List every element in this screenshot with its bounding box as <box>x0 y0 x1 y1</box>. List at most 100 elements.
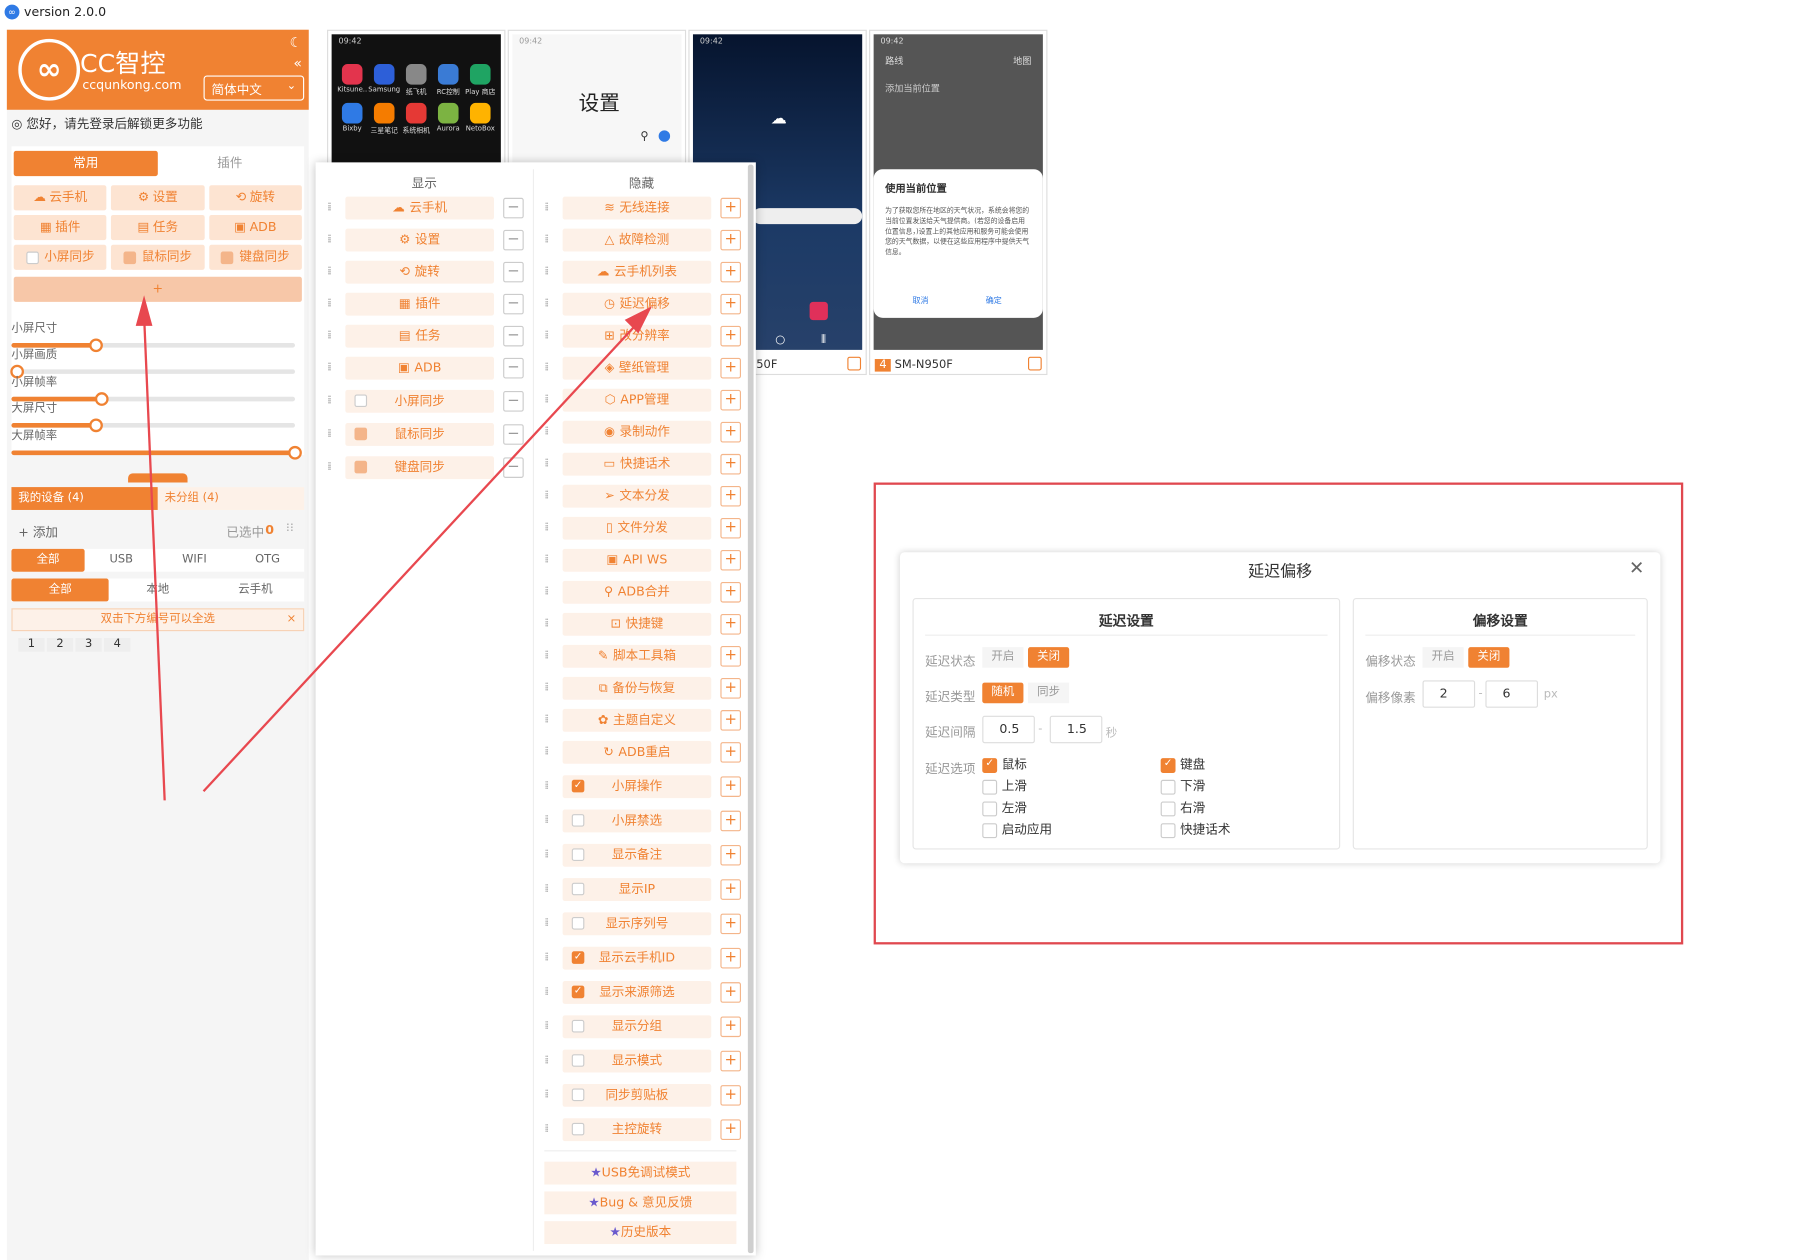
quick-button-task[interactable]: ▤ 任务 <box>111 214 205 241</box>
app-shortcut[interactable]: Play 商店 <box>464 64 496 96</box>
add-button[interactable]: + <box>720 261 741 283</box>
checkbox[interactable]: ✓ <box>1160 757 1176 773</box>
remove-button[interactable]: − <box>503 293 524 315</box>
drag-handle-icon[interactable]: ⁞⁞ <box>544 233 549 246</box>
checkbox[interactable] <box>982 822 998 838</box>
close-hint-icon[interactable]: × <box>287 609 297 630</box>
filter-source-1[interactable]: 本地 <box>109 579 207 602</box>
login-prompt[interactable]: ◎ 您好，请先登录后解锁更多功能 <box>11 114 202 132</box>
delay-option[interactable]: 左滑 <box>982 798 1027 816</box>
delay-option[interactable]: 下滑 <box>1160 776 1205 795</box>
drag-handle-icon[interactable]: ⁞⁞ <box>544 1054 549 1067</box>
drag-handle-icon[interactable]: ⁞⁞ <box>544 521 549 534</box>
app-shortcut[interactable]: NetoBox <box>464 102 496 135</box>
drag-handle-icon[interactable]: ⁞⁞ <box>327 201 332 214</box>
drag-handle-icon[interactable]: ⁞⁞ <box>544 457 549 470</box>
checkbox[interactable]: ✓ <box>571 779 585 793</box>
checkbox[interactable] <box>1160 822 1176 838</box>
checkbox[interactable] <box>571 1054 585 1067</box>
drag-handle-icon[interactable]: ⁞⁞ <box>544 780 549 793</box>
phone-card[interactable]: 09:42 路线 地图 添加当前位置 使用当前位置 为了获取您所在地区的天气状况… <box>869 29 1048 376</box>
add-button[interactable]: + <box>720 879 741 900</box>
quick-button-small-sync[interactable]: 小屏同步 <box>13 244 107 270</box>
delay-option[interactable]: 上滑 <box>982 776 1027 795</box>
checkbox[interactable] <box>25 250 39 264</box>
tab-plugins[interactable]: 插件 <box>158 151 302 176</box>
add-button[interactable]: + <box>720 549 741 571</box>
drag-handle-icon[interactable]: ⁞⁞ <box>544 329 549 342</box>
app-shortcut[interactable]: 纸飞机 <box>400 64 432 96</box>
grid-view-icon[interactable]: ⁝⁝ <box>286 520 294 535</box>
add-button[interactable]: + <box>720 357 741 379</box>
checkbox[interactable]: ✓ <box>982 757 998 773</box>
add-button[interactable]: + <box>720 485 741 507</box>
drag-handle-icon[interactable]: ⁞⁞ <box>544 201 549 214</box>
app-shortcut[interactable]: Samsung <box>368 64 400 96</box>
checkbox[interactable]: ✓ <box>571 985 585 999</box>
add-button[interactable]: + <box>720 982 741 1003</box>
remove-button[interactable]: − <box>503 391 524 412</box>
drag-handle-icon[interactable]: ⁞⁞ <box>544 1089 549 1102</box>
drag-handle-icon[interactable]: ⁞⁞ <box>544 425 549 438</box>
popup-scrollbar[interactable] <box>747 164 754 1254</box>
quick-button-plugin[interactable]: ▦ 插件 <box>13 214 107 241</box>
app-shortcut[interactable]: Aurora <box>432 102 464 135</box>
drag-handle-icon[interactable]: ⁞⁞ <box>544 617 549 630</box>
expand-icon[interactable] <box>847 356 862 371</box>
quick-button-gear[interactable]: ⚙ 设置 <box>111 185 205 211</box>
drag-handle-icon[interactable]: ⁞⁞ <box>544 713 549 726</box>
search-bar[interactable] <box>752 208 863 225</box>
checkbox[interactable] <box>221 250 234 264</box>
add-button[interactable]: + <box>720 844 741 866</box>
filter-source-2[interactable]: 云手机 <box>207 579 305 602</box>
remove-button[interactable]: − <box>503 261 524 283</box>
tab-ungrouped[interactable]: 未分组 (4) <box>157 487 305 510</box>
add-button[interactable]: + <box>720 776 741 797</box>
filter-source-0[interactable]: 全部 <box>11 578 110 602</box>
drag-handle-icon[interactable]: ⁞⁞ <box>327 461 332 474</box>
app-shortcut[interactable]: 系统相机 <box>400 102 432 135</box>
tab-my-devices[interactable]: 我的设备 (4) <box>11 487 158 510</box>
drag-handle-icon[interactable]: ⁞⁞ <box>544 848 549 861</box>
home-nav-icon[interactable]: ○ <box>775 334 785 347</box>
theme-moon-icon[interactable]: ☾ <box>290 34 302 50</box>
checkbox[interactable] <box>571 1019 585 1033</box>
add-button[interactable]: + <box>720 678 741 699</box>
checkbox[interactable] <box>982 779 998 795</box>
add-button[interactable]: + <box>720 710 741 731</box>
filter-conn-2[interactable]: WIFI <box>158 549 231 572</box>
app-shortcut[interactable]: Bixby <box>336 102 368 135</box>
quick-button-keyboard-sync[interactable]: 键盘同步 <box>208 244 302 270</box>
drag-handle-icon[interactable]: ⁞⁞ <box>544 745 549 758</box>
quick-button-adb[interactable]: ▣ ADB <box>208 214 302 241</box>
filter-conn-1[interactable]: USB <box>85 549 158 572</box>
add-button[interactable]: + <box>720 453 741 475</box>
add-button[interactable]: + <box>720 389 741 411</box>
drag-handle-icon[interactable]: ⁞⁞ <box>544 361 549 374</box>
add-button[interactable]: + <box>720 947 741 969</box>
remove-button[interactable]: − <box>503 229 524 251</box>
checkbox[interactable] <box>571 1088 585 1102</box>
add-button[interactable]: + <box>720 913 741 935</box>
checkbox[interactable] <box>354 460 368 474</box>
checkbox[interactable] <box>123 250 137 264</box>
usb-debug-link[interactable]: ★USB免调试模式 <box>544 1161 737 1185</box>
cancel-button[interactable]: 取消 <box>913 295 929 306</box>
delay-option[interactable]: ✓ 鼠标 <box>982 755 1027 773</box>
app-shortcut[interactable]: RC控制 <box>432 64 464 96</box>
add-button[interactable]: + <box>720 325 741 347</box>
offset-status-off[interactable]: 关闭 <box>1468 647 1510 668</box>
checkbox[interactable] <box>571 814 585 827</box>
drag-handle-icon[interactable]: ⁞⁞ <box>327 329 332 342</box>
checkbox[interactable] <box>354 427 368 441</box>
add-button[interactable]: + <box>720 581 741 603</box>
app-shortcut[interactable]: Kitsune.. <box>336 64 368 96</box>
filter-conn-0[interactable]: 全部 <box>11 548 85 572</box>
add-button[interactable]: + <box>720 646 741 667</box>
camera-icon[interactable] <box>809 301 828 321</box>
delay-option[interactable]: 右滑 <box>1160 798 1205 816</box>
drag-handle-icon[interactable]: ⁞⁞ <box>544 681 549 694</box>
checkbox[interactable] <box>571 1122 585 1136</box>
add-button[interactable]: + <box>720 421 741 443</box>
collapse-handle[interactable] <box>128 473 188 483</box>
